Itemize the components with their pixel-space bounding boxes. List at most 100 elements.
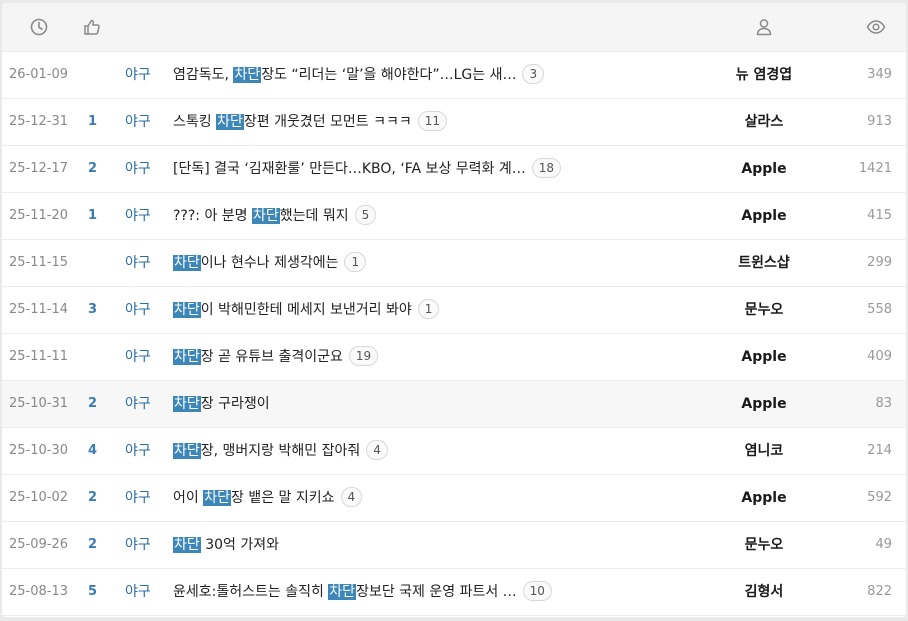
post-title-link[interactable]: 차단장 구라쟁이 bbox=[173, 381, 633, 427]
table-row[interactable]: 25-11-14 3 야구 차단이 박해민한테 메세지 보낸거리 봐야 1 문누오 558 bbox=[2, 287, 906, 334]
view-count: 409 bbox=[867, 349, 892, 364]
search-highlight: 차단 bbox=[173, 443, 201, 459]
post-date: 25-11-20 bbox=[9, 208, 69, 223]
post-date: 25-11-14 bbox=[9, 302, 69, 317]
view-count: 49 bbox=[875, 537, 892, 552]
table-row[interactable]: 25-08-13 5 야구 윤세호:톨허스트는 솔직히 차단장보단 국제 운영 파트서… bbox=[2, 569, 906, 616]
author-name[interactable]: 김형서 bbox=[694, 569, 834, 615]
comment-count-badge[interactable]: 5 bbox=[354, 205, 377, 225]
post-title-link[interactable]: 차단 30억 가져와 bbox=[173, 522, 633, 568]
table-row[interactable]: 25-12-31 1 야구 스톡킹 차단장편 개웃겼던 모먼트 ㅋㅋㅋ 11 살라스 913 bbox=[2, 99, 906, 146]
recommend-count: 2 bbox=[88, 537, 98, 552]
post-date: 25-11-15 bbox=[9, 255, 69, 270]
comment-count-badge[interactable]: 3 bbox=[522, 64, 545, 84]
post-title-link[interactable]: 윤세호:톨허스트는 솔직히 차단장보단 국제 운영 파트서 … 10 bbox=[173, 569, 633, 615]
search-highlight: 차단 bbox=[328, 584, 357, 600]
post-title-link[interactable]: 어이 차단장 뱉은 말 지키쇼 4 bbox=[173, 475, 633, 521]
category-link[interactable]: 야구 bbox=[125, 240, 151, 286]
table-row[interactable]: 25-09-26 2 야구 차단 30억 가져와 문누오 49 bbox=[2, 522, 906, 569]
recommend-count: 1 bbox=[88, 208, 98, 223]
view-count: 1421 bbox=[858, 161, 892, 176]
category-link[interactable]: 야구 bbox=[125, 52, 151, 98]
view-count: 592 bbox=[867, 490, 892, 505]
post-title-link[interactable]: 차단장, 맹버지랑 박해민 잡아줘 4 bbox=[173, 428, 633, 474]
comment-count-badge[interactable]: 4 bbox=[340, 487, 363, 507]
category-link[interactable]: 야구 bbox=[125, 428, 151, 474]
table-row[interactable]: 25-11-11 야구 차단장 곧 유튜브 출격이군요 19 Apple 409 bbox=[2, 334, 906, 381]
category-link[interactable]: 야구 bbox=[125, 475, 151, 521]
table-row[interactable]: 25-12-17 2 야구 [단독] 결국 ‘김재환룰’ 만든다…KBO, ‘FA 보… bbox=[2, 146, 906, 193]
comment-count-badge[interactable]: 19 bbox=[348, 346, 379, 366]
search-highlight: 차단 bbox=[173, 255, 201, 271]
recommend-count: 4 bbox=[88, 443, 98, 458]
search-highlight: 차단 bbox=[173, 302, 201, 318]
title-text: 장보단 국제 운영 파트서 … bbox=[356, 584, 517, 600]
post-date: 25-10-31 bbox=[9, 396, 69, 411]
table-header bbox=[2, 3, 906, 52]
recommend-count: 2 bbox=[88, 161, 98, 176]
view-count: 558 bbox=[867, 302, 892, 317]
post-date: 25-08-13 bbox=[9, 584, 69, 599]
title-text: 염감독도, bbox=[173, 67, 234, 83]
recommend-count: 1 bbox=[88, 114, 98, 129]
table-row[interactable]: 26-01-09 야구 염감독도, 차단장도 “리더는 ‘말’을 해야한다”…LG는… bbox=[2, 52, 906, 99]
author-name[interactable]: Apple bbox=[694, 334, 834, 380]
author-name[interactable]: Apple bbox=[694, 381, 834, 427]
category-link[interactable]: 야구 bbox=[125, 522, 151, 568]
table-row[interactable]: 25-11-20 1 야구 ???: 아 분명 차단했는데 뭐지 5 Apple 415 bbox=[2, 193, 906, 240]
table-row[interactable]: 25-11-15 야구 차단이나 현수나 제생각에는 1 트윈스샵 299 bbox=[2, 240, 906, 287]
clock-icon[interactable] bbox=[29, 17, 49, 37]
recommend-count: 2 bbox=[88, 490, 98, 505]
search-highlight: 차단 bbox=[173, 396, 201, 412]
comment-count-badge[interactable]: 1 bbox=[417, 299, 440, 319]
author-name[interactable]: Apple bbox=[694, 146, 834, 192]
comment-count-badge[interactable]: 18 bbox=[531, 158, 562, 178]
author-name[interactable]: 문누오 bbox=[694, 287, 834, 333]
author-name[interactable]: Apple bbox=[694, 193, 834, 239]
comment-count-badge[interactable]: 10 bbox=[522, 581, 552, 601]
category-link[interactable]: 야구 bbox=[125, 569, 151, 615]
thumbs-up-icon[interactable] bbox=[82, 17, 102, 37]
post-title-link[interactable]: 차단이 박해민한테 메세지 보낸거리 봐야 1 bbox=[173, 287, 633, 333]
post-title-link[interactable]: 차단이나 현수나 제생각에는 1 bbox=[173, 240, 633, 286]
author-name[interactable]: 뉴 염경엽 bbox=[694, 52, 834, 98]
category-link[interactable]: 야구 bbox=[125, 381, 151, 427]
search-highlight: 차단 bbox=[203, 490, 231, 506]
post-list: 26-01-09 야구 염감독도, 차단장도 “리더는 ‘말’을 해야한다”…LG는… bbox=[2, 52, 906, 616]
user-icon[interactable] bbox=[754, 17, 774, 37]
title-text: [단독] 결국 ‘김재환룰’ 만든다…KBO, ‘FA 보상 무력화 계… bbox=[173, 161, 526, 177]
eye-icon[interactable] bbox=[866, 17, 886, 37]
post-title-link[interactable]: 차단장 곧 유튜브 출격이군요 19 bbox=[173, 334, 633, 380]
category-link[interactable]: 야구 bbox=[125, 146, 151, 192]
comment-count-badge[interactable]: 1 bbox=[344, 252, 367, 272]
author-name[interactable]: 트윈스샵 bbox=[694, 240, 834, 286]
post-title-link[interactable]: 스톡킹 차단장편 개웃겼던 모먼트 ㅋㅋㅋ 11 bbox=[173, 99, 633, 145]
author-name[interactable]: 문누오 bbox=[694, 522, 834, 568]
recommend-count: 2 bbox=[88, 396, 98, 411]
post-date: 25-12-31 bbox=[9, 114, 69, 129]
table-row[interactable]: 25-10-02 2 야구 어이 차단장 뱉은 말 지키쇼 4 Apple 592 bbox=[2, 475, 906, 522]
post-board: 26-01-09 야구 염감독도, 차단장도 “리더는 ‘말’을 해야한다”…LG는… bbox=[2, 3, 906, 617]
comment-count-badge[interactable]: 11 bbox=[417, 111, 448, 131]
recommend-count: 5 bbox=[88, 584, 98, 599]
post-title-link[interactable]: 염감독도, 차단장도 “리더는 ‘말’을 해야한다”…LG는 새… 3 bbox=[173, 52, 633, 98]
comment-count-badge[interactable]: 4 bbox=[366, 440, 388, 460]
category-link[interactable]: 야구 bbox=[125, 334, 151, 380]
post-title-link[interactable]: [단독] 결국 ‘김재환룰’ 만든다…KBO, ‘FA 보상 무력화 계… 18 bbox=[173, 146, 633, 192]
category-link[interactable]: 야구 bbox=[125, 287, 151, 333]
post-date: 25-12-17 bbox=[9, 161, 69, 176]
search-highlight: 차단 bbox=[252, 208, 280, 224]
recommend-count: 3 bbox=[88, 302, 98, 317]
post-date: 25-11-11 bbox=[9, 349, 69, 364]
category-link[interactable]: 야구 bbox=[125, 193, 151, 239]
post-title-link[interactable]: ???: 아 분명 차단했는데 뭐지 5 bbox=[173, 193, 633, 239]
search-highlight: 차단 bbox=[173, 537, 201, 553]
author-name[interactable]: 살라스 bbox=[694, 99, 834, 145]
author-name[interactable]: 염니코 bbox=[694, 428, 834, 474]
category-link[interactable]: 야구 bbox=[125, 99, 151, 145]
table-row[interactable]: 25-10-31 2 야구 차단장 구라쟁이 Apple 83 bbox=[2, 381, 906, 428]
title-text: 했는데 뭐지 bbox=[279, 208, 349, 224]
view-count: 299 bbox=[867, 255, 892, 270]
table-row[interactable]: 25-10-30 4 야구 차단장, 맹버지랑 박해민 잡아줘 4 염니코 214 bbox=[2, 428, 906, 475]
author-name[interactable]: Apple bbox=[694, 475, 834, 521]
